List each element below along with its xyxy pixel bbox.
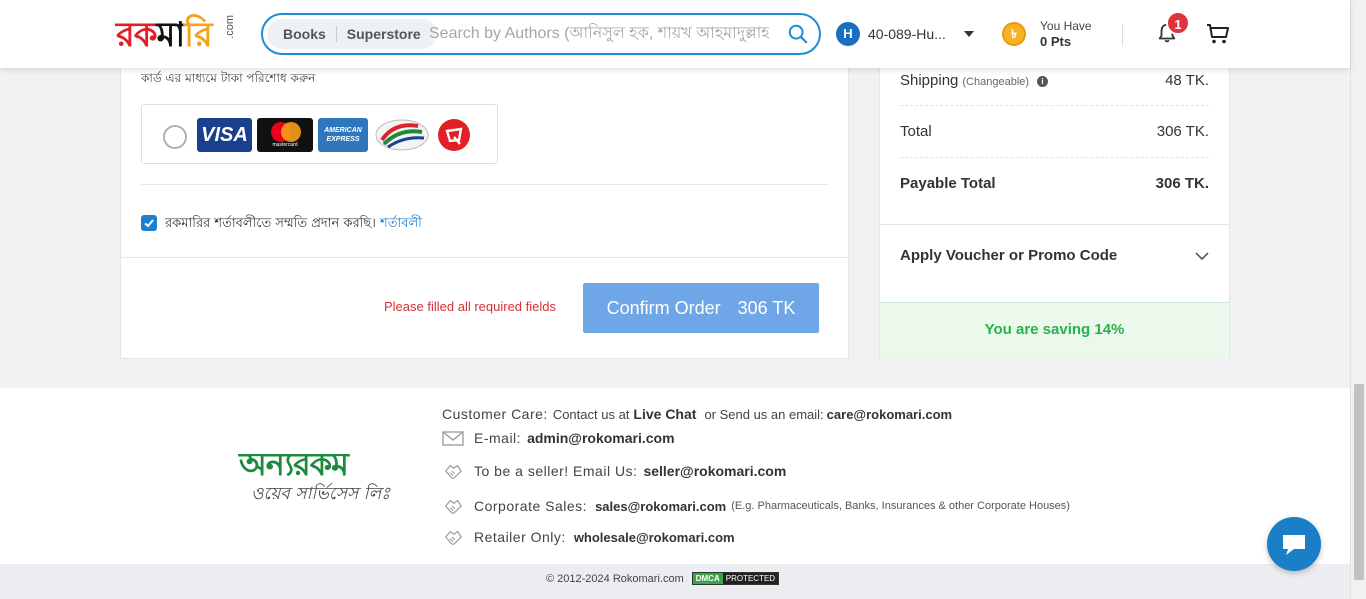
- card-payment-note: কার্ড এর মাধ্যমে টাকা পরিশোধ করুন: [141, 71, 316, 85]
- email-line: E-mail: admin@rokomari.com: [442, 428, 675, 448]
- cart-icon[interactable]: [1206, 23, 1230, 45]
- search-tab-books[interactable]: Books: [277, 26, 332, 42]
- user-avatar: H: [836, 22, 860, 46]
- chevron-down-icon: [1195, 252, 1209, 261]
- divider: [141, 184, 829, 185]
- shipping-label-group: Shipping (Changeable) i: [900, 72, 1049, 89]
- points-text: You Have 0 Pts: [1040, 18, 1092, 50]
- site-footer: অন্যরকম ওয়েব সার্ভিসেস লিঃ Customer Car…: [0, 388, 1350, 564]
- header-divider: [1122, 24, 1123, 46]
- reward-points[interactable]: ৳ You Have 0 Pts: [1002, 18, 1092, 50]
- voucher-label: Apply Voucher or Promo Code: [900, 247, 1118, 264]
- shipping-note: (Changeable): [962, 76, 1030, 88]
- brand-main-text: অন্যরকম: [239, 445, 349, 483]
- seller-email-link[interactable]: seller@rokomari.com: [643, 463, 786, 479]
- amex-logo: AMERICAN EXPRESS: [318, 118, 368, 152]
- seller-label: To be a seller! Email Us:: [474, 463, 638, 479]
- contact-text: Contact us at: [552, 406, 630, 422]
- live-chat-button[interactable]: [1267, 517, 1321, 571]
- coin-icon: ৳: [1002, 22, 1026, 46]
- divider: [121, 257, 848, 258]
- checkmark-icon: [144, 219, 154, 228]
- confirm-order-button[interactable]: Confirm Order 306 TK: [583, 283, 819, 333]
- care-email-link[interactable]: care@rokomari.com: [827, 407, 952, 422]
- corporate-label: Corporate Sales:: [474, 498, 588, 514]
- saving-banner: You are saving 14%: [880, 302, 1229, 359]
- search-tab-divider: [335, 26, 337, 42]
- corporate-note: (E.g. Pharmaceuticals, Banks, Insurances…: [731, 500, 1070, 512]
- terms-text: রকমারির শর্তাবলীতে সম্মতি প্রদান করছি।: [165, 216, 376, 231]
- scrollbar-thumb[interactable]: [1354, 384, 1364, 580]
- total-row: Total 306 TK.: [900, 123, 1209, 140]
- brand-sub-text: ওয়েব সার্ভিসেস লিঃ: [251, 484, 391, 504]
- search-tab-superstore[interactable]: Superstore: [341, 26, 427, 42]
- envelope-icon: [442, 431, 464, 446]
- copyright-text: © 2012-2024 Rokomari.com: [546, 572, 684, 585]
- shipping-label: Shipping: [900, 72, 959, 89]
- copyright: © 2012-2024 Rokomari.com DMCA PROTECTED: [546, 572, 780, 585]
- points-label: You Have: [1040, 19, 1092, 33]
- dmca-badge[interactable]: DMCA PROTECTED: [691, 572, 780, 585]
- logo-text: রকমারি: [116, 15, 213, 55]
- admin-email-link[interactable]: admin@rokomari.com: [527, 430, 674, 446]
- mastercard-logo: mastercard: [257, 118, 313, 152]
- copyright-bar: © 2012-2024 Rokomari.com DMCA PROTECTED: [0, 564, 1350, 599]
- rokomari-logo[interactable]: রকমারি .com: [116, 13, 236, 57]
- confirm-order-amount: 306 TK: [737, 298, 796, 318]
- terms-agreement: রকমারির শর্তাবলীতে সম্মতি প্রদান করছি। শ…: [165, 214, 422, 235]
- dbbl-nexus-logo: [375, 119, 429, 151]
- handshake-icon: [444, 530, 462, 545]
- payment-card: কার্ড এর মাধ্যমে টাকা পরিশোধ করুন VISA m…: [120, 60, 849, 359]
- seller-line: To be a seller! Email Us: seller@rokomar…: [442, 461, 786, 481]
- terms-checkbox[interactable]: [141, 215, 157, 231]
- visa-logo: VISA: [197, 118, 252, 152]
- payable-total-label: Payable Total: [900, 175, 996, 192]
- search-input[interactable]: [429, 21, 769, 47]
- search-category-tabs: Books Superstore: [267, 19, 437, 49]
- card-payment-radio[interactable]: [163, 125, 187, 149]
- total-label: Total: [900, 123, 932, 140]
- handshake-icon: [444, 499, 462, 514]
- user-name: 40-089-Hu...: [868, 26, 946, 42]
- nexuspay-logo: [438, 119, 470, 151]
- payable-total-value: 306 TK.: [1155, 175, 1209, 192]
- customer-care-line: Customer Care: Contact us at Live Chat o…: [442, 406, 952, 422]
- onnorokom-logo[interactable]: অন্যরকম ওয়েব সার্ভিসেস লিঃ: [239, 446, 399, 506]
- search-icon[interactable]: [787, 23, 809, 45]
- total-value: 306 TK.: [1156, 123, 1209, 140]
- user-menu[interactable]: H 40-089-Hu...: [836, 22, 974, 46]
- order-summary-card: Shipping (Changeable) i 48 TK. Total 306 T…: [879, 60, 1230, 359]
- page-scrollbar[interactable]: [1350, 0, 1366, 599]
- divider: [900, 157, 1209, 158]
- search-bar: Books Superstore: [261, 13, 821, 55]
- voucher-accordion[interactable]: Apply Voucher or Promo Code: [880, 224, 1229, 302]
- points-value: 0 Pts: [1040, 34, 1072, 49]
- retailer-line: Retailer Only: wholesale@rokomari.com: [442, 527, 735, 547]
- handshake-icon: [444, 464, 462, 479]
- site-header: রকমারি .com Books Superstore H 40-089-Hu…: [0, 0, 1350, 68]
- required-fields-error: Please filled all required fields: [384, 299, 556, 314]
- chevron-down-icon: [964, 31, 974, 37]
- chat-bubble-icon: [1283, 535, 1305, 555]
- live-chat-link[interactable]: Live Chat: [633, 406, 696, 422]
- shipping-row: Shipping (Changeable) i 48 TK.: [900, 72, 1209, 89]
- email-label: E-mail:: [474, 430, 522, 446]
- or-email-text: or Send us an email:: [704, 406, 824, 422]
- shipping-value: 48 TK.: [1165, 72, 1209, 89]
- sales-email-link[interactable]: sales@rokomari.com: [595, 499, 726, 514]
- terms-link[interactable]: শর্তাবলী: [380, 216, 422, 231]
- wholesale-email-link[interactable]: wholesale@rokomari.com: [574, 530, 735, 545]
- corporate-line: Corporate Sales: sales@rokomari.com (E.g…: [442, 496, 1070, 516]
- notification-badge: 1: [1166, 11, 1190, 35]
- confirm-order-label: Confirm Order: [606, 298, 721, 318]
- payable-total-row: Payable Total 306 TK.: [900, 175, 1209, 192]
- divider: [900, 105, 1209, 106]
- logo-suffix: .com: [224, 15, 236, 39]
- info-icon[interactable]: i: [1037, 75, 1049, 87]
- customer-care-label: Customer Care:: [442, 406, 548, 422]
- retailer-label: Retailer Only:: [474, 529, 566, 545]
- card-payment-option[interactable]: VISA mastercard AMERICAN EXPRESS: [141, 104, 498, 164]
